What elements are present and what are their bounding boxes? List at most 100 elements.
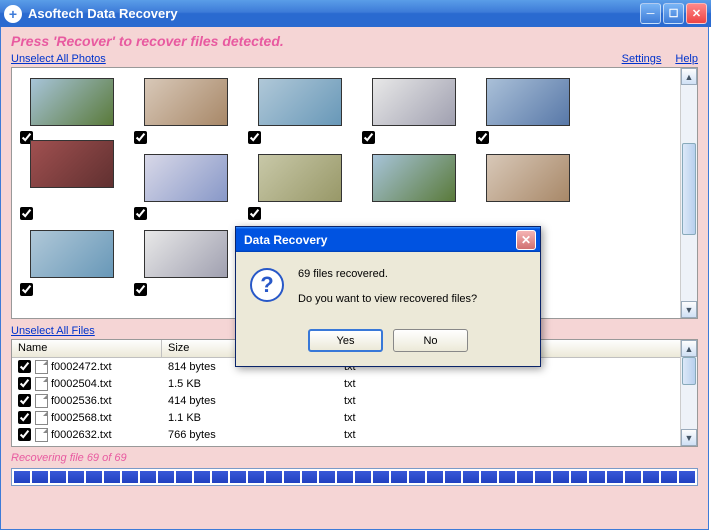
table-row[interactable]: f0002504.txt1.5 KBtxt: [12, 375, 680, 392]
photo-thumbnail: [486, 154, 570, 202]
recovery-dialog: Data Recovery ✕ ? 69 files recovered. Do…: [235, 226, 541, 367]
photo-thumbnail: [144, 154, 228, 202]
photo-checkbox[interactable]: [476, 131, 489, 144]
progress-segment: [607, 471, 623, 483]
progress-segment: [643, 471, 659, 483]
photo-checkbox[interactable]: [134, 283, 147, 296]
photo-item[interactable]: [254, 154, 346, 202]
file-size: 414 bytes: [162, 395, 338, 407]
photo-item[interactable]: [368, 78, 460, 126]
file-extension: txt: [338, 412, 486, 424]
photo-thumbnail: [258, 78, 342, 126]
progress-segment: [32, 471, 48, 483]
table-row[interactable]: f0002632.txt766 bytestxt: [12, 426, 680, 443]
minimize-button[interactable]: ─: [640, 3, 661, 24]
scroll-thumb[interactable]: [682, 143, 696, 235]
file-checkbox[interactable]: [18, 394, 31, 407]
unselect-all-files-link[interactable]: Unselect All Files: [11, 325, 95, 337]
file-extension: txt: [338, 395, 486, 407]
column-header-name[interactable]: Name: [12, 340, 162, 357]
app-icon: +: [4, 5, 22, 23]
photo-item[interactable]: [140, 78, 232, 126]
photo-thumbnail: [372, 154, 456, 202]
progress-segment: [625, 471, 641, 483]
progress-segment: [158, 471, 174, 483]
progress-segment: [248, 471, 264, 483]
progress-segment: [176, 471, 192, 483]
photo-checkbox[interactable]: [362, 131, 375, 144]
photo-checkbox[interactable]: [20, 207, 33, 220]
settings-link[interactable]: Settings: [622, 53, 662, 65]
progress-segment: [86, 471, 102, 483]
file-name: f0002504.txt: [51, 378, 112, 390]
photo-item[interactable]: [140, 154, 232, 202]
scroll-up-icon[interactable]: ▲: [681, 68, 697, 85]
table-row[interactable]: f0002568.txt 1.1 KBtxt: [12, 409, 680, 426]
progress-segment: [481, 471, 497, 483]
progress-segment: [302, 471, 318, 483]
file-name: f0002472.txt: [51, 361, 112, 373]
photo-thumbnail: [372, 78, 456, 126]
maximize-button[interactable]: ☐: [663, 3, 684, 24]
progress-segment: [68, 471, 84, 483]
scroll-up-icon[interactable]: ▲: [681, 340, 697, 357]
dialog-line1: 69 files recovered.: [298, 266, 477, 283]
file-icon: [35, 377, 48, 391]
dialog-titlebar: Data Recovery ✕: [236, 227, 540, 252]
file-icon: [35, 394, 48, 408]
photo-checkbox[interactable]: [134, 131, 147, 144]
photo-item[interactable]: [482, 154, 574, 202]
dialog-close-button[interactable]: ✕: [516, 230, 536, 250]
photo-item[interactable]: [26, 140, 118, 202]
progress-segment: [194, 471, 210, 483]
progress-segment: [373, 471, 389, 483]
progress-segment: [284, 471, 300, 483]
photo-scrollbar[interactable]: ▲ ▼: [680, 68, 697, 318]
photo-checkbox[interactable]: [20, 283, 33, 296]
unselect-all-photos-link[interactable]: Unselect All Photos: [11, 53, 106, 65]
scroll-down-icon[interactable]: ▼: [681, 429, 697, 446]
no-button[interactable]: No: [393, 329, 468, 352]
file-icon: [35, 360, 48, 374]
photo-item[interactable]: [368, 154, 460, 202]
photo-checkbox[interactable]: [134, 207, 147, 220]
photo-thumbnail: [30, 78, 114, 126]
photo-item[interactable]: [482, 78, 574, 126]
file-checkbox[interactable]: [18, 428, 31, 441]
file-extension: txt: [338, 429, 486, 441]
help-link[interactable]: Help: [675, 53, 698, 65]
file-size: 1.1 KB: [162, 412, 338, 424]
progress-segment: [104, 471, 120, 483]
photo-checkbox[interactable]: [248, 131, 261, 144]
file-checkbox[interactable]: [18, 377, 31, 390]
photo-item[interactable]: [254, 78, 346, 126]
photo-thumbnail: [30, 230, 114, 278]
photo-thumbnail: [30, 140, 114, 188]
photo-thumbnail: [144, 230, 228, 278]
yes-button[interactable]: Yes: [308, 329, 383, 352]
close-button[interactable]: ✕: [686, 3, 707, 24]
scroll-down-icon[interactable]: ▼: [681, 301, 697, 318]
photo-item[interactable]: [140, 230, 232, 278]
window-title: Asoftech Data Recovery: [28, 6, 640, 21]
progress-segment: [266, 471, 282, 483]
progress-segment: [661, 471, 677, 483]
file-name: f0002632.txt: [51, 429, 112, 441]
photo-item[interactable]: [26, 78, 118, 126]
table-row[interactable]: f0002536.txt414 bytestxt: [12, 392, 680, 409]
progress-segment: [499, 471, 515, 483]
progress-segment: [230, 471, 246, 483]
progress-segment: [122, 471, 138, 483]
progress-segment: [14, 471, 30, 483]
progress-segment: [517, 471, 533, 483]
photo-checkbox[interactable]: [248, 207, 261, 220]
file-checkbox[interactable]: [18, 360, 31, 373]
scroll-thumb[interactable]: [682, 357, 696, 385]
file-checkbox[interactable]: [18, 411, 31, 424]
photo-item[interactable]: [26, 230, 118, 278]
progress-segment: [319, 471, 335, 483]
progress-segment: [427, 471, 443, 483]
photo-thumbnail: [258, 154, 342, 202]
file-scrollbar[interactable]: ▲ ▼: [680, 340, 697, 446]
file-name: f0002568.txt: [51, 412, 112, 424]
